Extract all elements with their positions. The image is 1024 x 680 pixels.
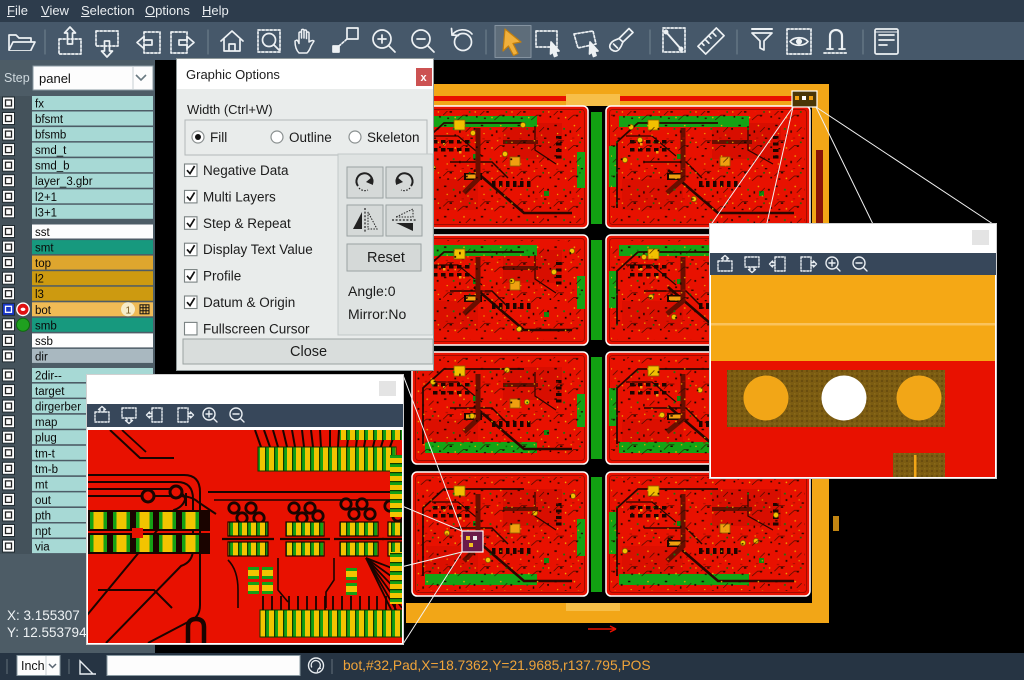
svg-text:l3+1: l3+1: [35, 207, 57, 219]
svg-text:smd_t: smd_t: [35, 145, 67, 157]
svg-text:Profile: Profile: [203, 269, 241, 284]
svg-text:map: map: [35, 417, 57, 429]
svg-text:l2+1: l2+1: [35, 192, 57, 204]
svg-text:bfsmb: bfsmb: [35, 130, 66, 142]
svg-text:l3: l3: [35, 289, 44, 301]
svg-text:plug: plug: [35, 433, 57, 445]
svg-text:Multi Layers: Multi Layers: [203, 189, 276, 204]
svg-text:ssb: ssb: [35, 336, 53, 348]
svg-text:Inch: Inch: [21, 659, 45, 673]
svg-text:Width (Ctrl+W): Width (Ctrl+W): [187, 102, 273, 117]
svg-text:Mirror:No: Mirror:No: [348, 306, 407, 322]
svg-text:layer_3.gbr: layer_3.gbr: [35, 176, 93, 188]
svg-text:bot: bot: [35, 305, 52, 317]
svg-text:Outline: Outline: [289, 130, 332, 145]
svg-text:dir: dir: [35, 351, 48, 363]
svg-text:Display Text Value: Display Text Value: [203, 242, 313, 257]
svg-text:Negative Data: Negative Data: [203, 163, 289, 178]
svg-text:Graphic Options: Graphic Options: [186, 67, 280, 82]
svg-text:Y: 12.553794: Y: 12.553794: [7, 625, 87, 640]
svg-text:Fill: Fill: [210, 130, 227, 145]
svg-text:npt: npt: [35, 526, 52, 538]
svg-text:X: 3.155307: X: 3.155307: [7, 608, 80, 623]
svg-text:bot,#32,Pad,X=18.7362,Y=21.968: bot,#32,Pad,X=18.7362,Y=21.9685,r137.795…: [343, 658, 651, 673]
svg-text:fx: fx: [35, 99, 44, 111]
svg-text:panel: panel: [39, 71, 71, 86]
svg-text:top: top: [35, 258, 51, 270]
svg-text:smt: smt: [35, 243, 54, 255]
svg-text:dirgerber: dirgerber: [35, 402, 81, 414]
svg-text:smb: smb: [35, 320, 57, 332]
svg-text:Fullscreen Cursor: Fullscreen Cursor: [203, 321, 310, 336]
svg-text:tm-b: tm-b: [35, 464, 58, 476]
svg-text:l2: l2: [35, 274, 44, 286]
svg-text:sst: sst: [35, 227, 51, 239]
svg-text:pth: pth: [35, 511, 51, 523]
svg-text:mt: mt: [35, 479, 49, 491]
svg-text:2dir--: 2dir--: [35, 371, 62, 383]
svg-text:1: 1: [126, 305, 132, 316]
svg-text:via: via: [35, 542, 50, 554]
svg-text:out: out: [35, 495, 52, 507]
svg-text:bfsmt: bfsmt: [35, 114, 64, 126]
svg-text:tm-t: tm-t: [35, 448, 56, 460]
svg-text:Step & Repeat: Step & Repeat: [203, 216, 291, 231]
svg-text:Skeleton: Skeleton: [367, 130, 420, 145]
svg-text:Close: Close: [290, 344, 327, 360]
svg-text:target: target: [35, 386, 65, 398]
svg-text:Angle:0: Angle:0: [348, 283, 396, 299]
svg-text:Step: Step: [4, 71, 30, 85]
svg-text:smd_b: smd_b: [35, 161, 70, 173]
svg-text:x: x: [421, 72, 428, 84]
svg-text:Reset: Reset: [367, 250, 405, 266]
svg-text:Datum & Origin: Datum & Origin: [203, 295, 295, 310]
